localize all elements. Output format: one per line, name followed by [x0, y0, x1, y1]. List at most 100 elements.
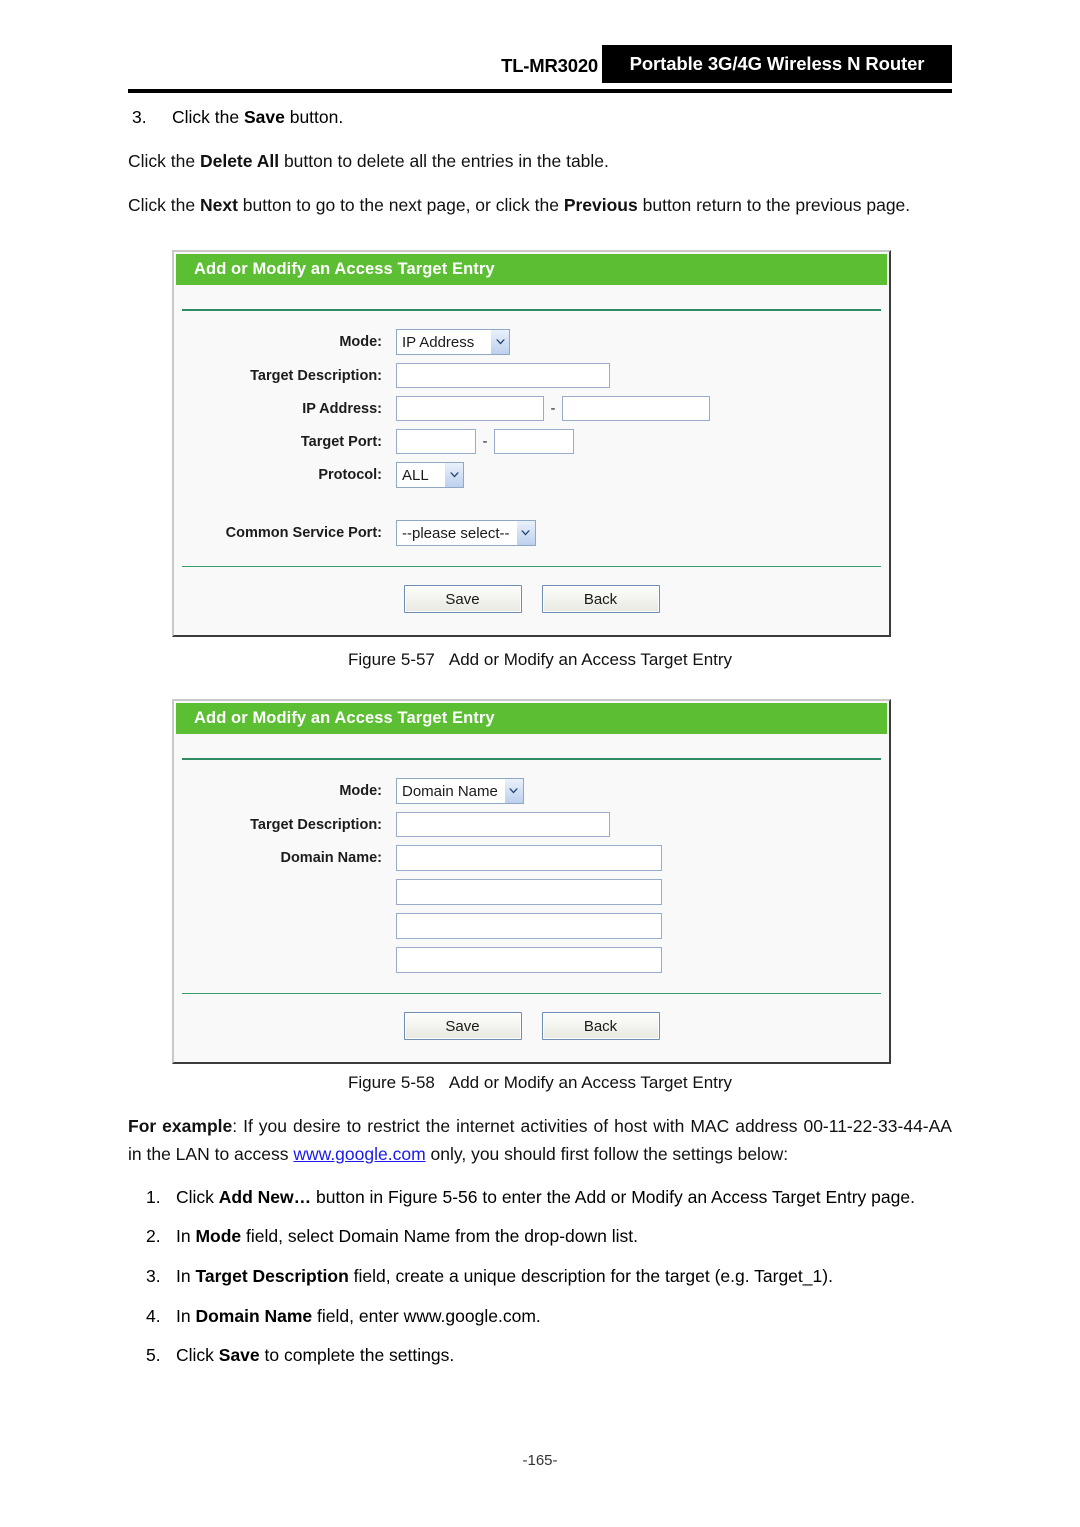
form-row-protocol: Protocol: ALL: [174, 462, 889, 488]
protocol-select[interactable]: ALL: [396, 462, 464, 488]
step-number: 5.: [146, 1345, 161, 1366]
step-number: 4.: [146, 1305, 161, 1326]
common-service-port-value: --please select--: [402, 524, 510, 542]
step-pre: In: [176, 1305, 196, 1326]
next-previous-paragraph: Click the Next button to go to the next …: [128, 191, 952, 219]
example-lead: For example: [128, 1116, 233, 1136]
delete-all-paragraph: Click the Delete All button to delete al…: [128, 147, 952, 175]
nav-bold-previous: Previous: [563, 194, 638, 215]
form-row-domain-name-4: [174, 947, 889, 973]
form-row-common-service-port: Common Service Port: --please select--: [174, 520, 889, 546]
label-mode-domain: Mode:: [339, 783, 382, 799]
header-rule: [128, 89, 952, 93]
step-pre: In: [176, 1226, 196, 1247]
intro-step-3-bold: Save: [243, 107, 285, 127]
list-item: 3. In Target Description field, create a…: [128, 1263, 952, 1291]
back-button[interactable]: Back: [541, 585, 660, 613]
step-bold: Save: [218, 1345, 260, 1366]
common-service-port-select[interactable]: --please select--: [396, 520, 536, 546]
step-pre: Click: [176, 1345, 219, 1366]
panel-gap-domain: [174, 734, 889, 758]
step-post: to complete the settings.: [259, 1345, 455, 1366]
target-port-start-input[interactable]: [396, 429, 476, 454]
step-pre: In: [176, 1265, 196, 1286]
delete-all-pre: Click the: [128, 151, 200, 172]
step-bold: Add New…: [218, 1186, 312, 1207]
domain-name-input-2[interactable]: [396, 879, 662, 905]
ip-address-end-input[interactable]: [562, 396, 710, 421]
panel-title-bar-ip: Add or Modify an Access Target Entry: [176, 254, 887, 285]
form-row-ip-address: IP Address: -: [174, 396, 889, 421]
form-row-target-description-ip: Target Description:: [174, 363, 889, 388]
panel-bottom-divider-ip: [182, 566, 881, 567]
step-bold: Target Description: [195, 1265, 349, 1286]
list-item: 1. Click Add New… button in Figure 5-56 …: [128, 1184, 952, 1212]
intro-step-3-pre: Click the: [172, 107, 244, 127]
form-row-target-port: Target Port: -: [174, 429, 889, 454]
form-row-target-description-domain: Target Description:: [174, 812, 889, 837]
example-part-2: only, you should first follow the settin…: [425, 1144, 789, 1165]
step-bold: Mode: [195, 1226, 242, 1247]
step-number: 3.: [146, 1265, 161, 1286]
delete-all-post: button to delete all the entries in the …: [279, 151, 609, 172]
panel-actions-domain: Save Back: [174, 993, 889, 1062]
mode-select-domain[interactable]: Domain Name: [396, 778, 524, 804]
figure-caption-5-58: Figure 5-58 Add or Modify an Access Targe…: [0, 1073, 1080, 1093]
panel-form-domain: Mode: Domain Name Target Description: Do…: [174, 760, 889, 973]
form-row-domain-name-3: [174, 913, 889, 939]
step-number: 2.: [146, 1226, 161, 1247]
target-description-input-ip[interactable]: [396, 363, 610, 388]
example-block: For example: If you desire to restrict t…: [128, 1112, 952, 1382]
target-description-input-domain[interactable]: [396, 812, 610, 837]
panel-bottom-divider-domain: [182, 993, 881, 994]
header-model-name: TL-MR3020: [501, 55, 598, 76]
target-port-end-input[interactable]: [494, 429, 574, 454]
panel-title-bar-domain: Add or Modify an Access Target Entry: [176, 703, 887, 734]
header-product-name: Portable 3G/4G Wireless N Router: [602, 45, 952, 83]
figure-caption-5-57-number: Figure 5-57: [347, 650, 435, 669]
ip-address-start-input[interactable]: [396, 396, 544, 421]
intro-text-block: 3. Click the Save button. Click the Dele…: [128, 103, 952, 234]
panel-actions-ip: Save Back: [174, 566, 889, 635]
form-row-domain-name-1: Domain Name:: [174, 845, 889, 871]
label-target-port: Target Port:: [300, 433, 382, 450]
domain-name-input-1[interactable]: [396, 845, 662, 871]
example-paragraph: For example: If you desire to restrict t…: [128, 1112, 952, 1169]
form-row-mode-ip: Mode: IP Address: [174, 329, 889, 355]
label-target-description-ip: Target Description:: [250, 367, 382, 384]
save-button[interactable]: Save: [403, 1012, 522, 1040]
ip-range-separator: -: [550, 400, 556, 417]
chevron-down-icon: [444, 463, 463, 487]
nav-mid: button to go to the next page, or click …: [237, 194, 564, 215]
form-row-domain-name-2: [174, 879, 889, 905]
step-post: button in Figure 5-56 to enter the Add o…: [311, 1186, 915, 1207]
mode-select-ip[interactable]: IP Address: [396, 329, 510, 355]
label-ip-address: IP Address:: [302, 400, 382, 417]
form-row-mode-domain: Mode: Domain Name: [174, 778, 889, 804]
figure-caption-5-57-text: Add or Modify an Access Target Entry: [448, 650, 733, 669]
label-common-service-port: Common Service Port:: [225, 525, 382, 541]
list-item: 4. In Domain Name field, enter www.googl…: [128, 1303, 952, 1331]
chevron-down-icon: [503, 779, 523, 803]
nav-bold-next: Next: [199, 194, 238, 215]
domain-name-input-4[interactable]: [396, 947, 662, 973]
save-button[interactable]: Save: [403, 585, 522, 613]
label-mode-ip: Mode:: [339, 334, 382, 350]
step-post: field, enter www.google.com.: [312, 1305, 541, 1326]
label-protocol: Protocol:: [318, 467, 382, 483]
chevron-down-icon: [490, 330, 509, 354]
figure-caption-5-58-number: Figure 5-58: [347, 1073, 435, 1092]
list-item: 5. Click Save to complete the settings.: [128, 1342, 952, 1370]
label-target-description-domain: Target Description:: [250, 816, 382, 833]
nav-pre: Click the: [128, 194, 200, 215]
figure-caption-5-58-text: Add or Modify an Access Target Entry: [448, 1073, 733, 1092]
intro-step-3-post: button.: [284, 107, 344, 127]
mode-select-domain-value: Domain Name: [402, 782, 498, 800]
domain-name-input-3[interactable]: [396, 913, 662, 939]
step-bold: Domain Name: [195, 1305, 313, 1326]
back-button[interactable]: Back: [541, 1012, 660, 1040]
step-post: field, create a unique description for t…: [348, 1265, 833, 1286]
google-link[interactable]: www.google.com: [293, 1144, 425, 1164]
delete-all-bold: Delete All: [199, 151, 280, 172]
intro-step-3-number: 3.: [132, 107, 147, 127]
